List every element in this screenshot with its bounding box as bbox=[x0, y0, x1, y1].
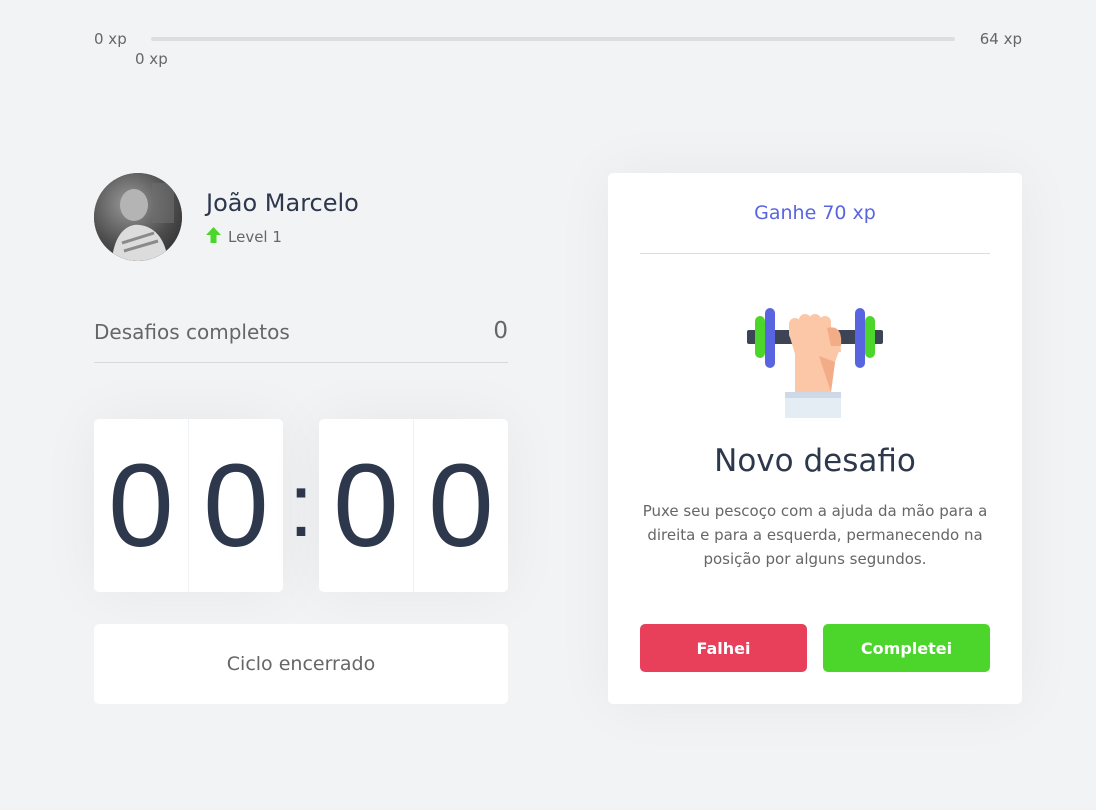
completed-challenges-label: Desafios completos bbox=[94, 320, 290, 344]
second-tens-digit: 0 bbox=[333, 439, 399, 572]
completed-challenges: Desafios completos 0 bbox=[94, 313, 508, 363]
profile: João Marcelo Level 1 bbox=[94, 173, 508, 261]
countdown-minutes: 0 0 bbox=[94, 419, 283, 592]
countdown-separator: : bbox=[288, 455, 314, 556]
completed-button[interactable]: Completei bbox=[823, 624, 990, 672]
xp-min-label: 0 xp bbox=[94, 30, 127, 48]
challenge-title: Novo desafio bbox=[714, 443, 916, 479]
level-up-arrow-icon bbox=[206, 227, 221, 243]
countdown-seconds: 0 0 bbox=[319, 419, 508, 592]
dumbbell-hand-icon bbox=[747, 308, 883, 418]
minute-ones-digit: 0 bbox=[188, 419, 283, 592]
profile-level: Level 1 bbox=[206, 227, 282, 246]
xp-current-label: 0 xp bbox=[135, 50, 168, 68]
profile-name: João Marcelo bbox=[206, 189, 359, 217]
second-ones-digit: 0 bbox=[413, 419, 508, 592]
challenge-description: Puxe seu pescoço com a ajuda da mão para… bbox=[642, 502, 988, 568]
challenge-card: Ganhe 70 xp Novo desafio Puxe seu pescoç… bbox=[608, 173, 1022, 704]
xp-progress-track bbox=[151, 37, 955, 41]
profile-level-label: Level 1 bbox=[228, 228, 282, 246]
completed-challenges-count: 0 bbox=[493, 318, 508, 344]
minute-tens-digit: 0 bbox=[108, 439, 174, 572]
failed-button[interactable]: Falhei bbox=[640, 624, 807, 672]
experience-bar: 0 xp 0 xp 64 xp bbox=[94, 30, 1022, 70]
challenge-reward: Ganhe 70 xp bbox=[640, 173, 990, 254]
countdown: 0 0 : 0 0 bbox=[94, 419, 508, 592]
avatar bbox=[94, 173, 182, 261]
cycle-finished-button[interactable]: Ciclo encerrado bbox=[94, 624, 508, 704]
xp-max-label: 64 xp bbox=[979, 30, 1022, 48]
